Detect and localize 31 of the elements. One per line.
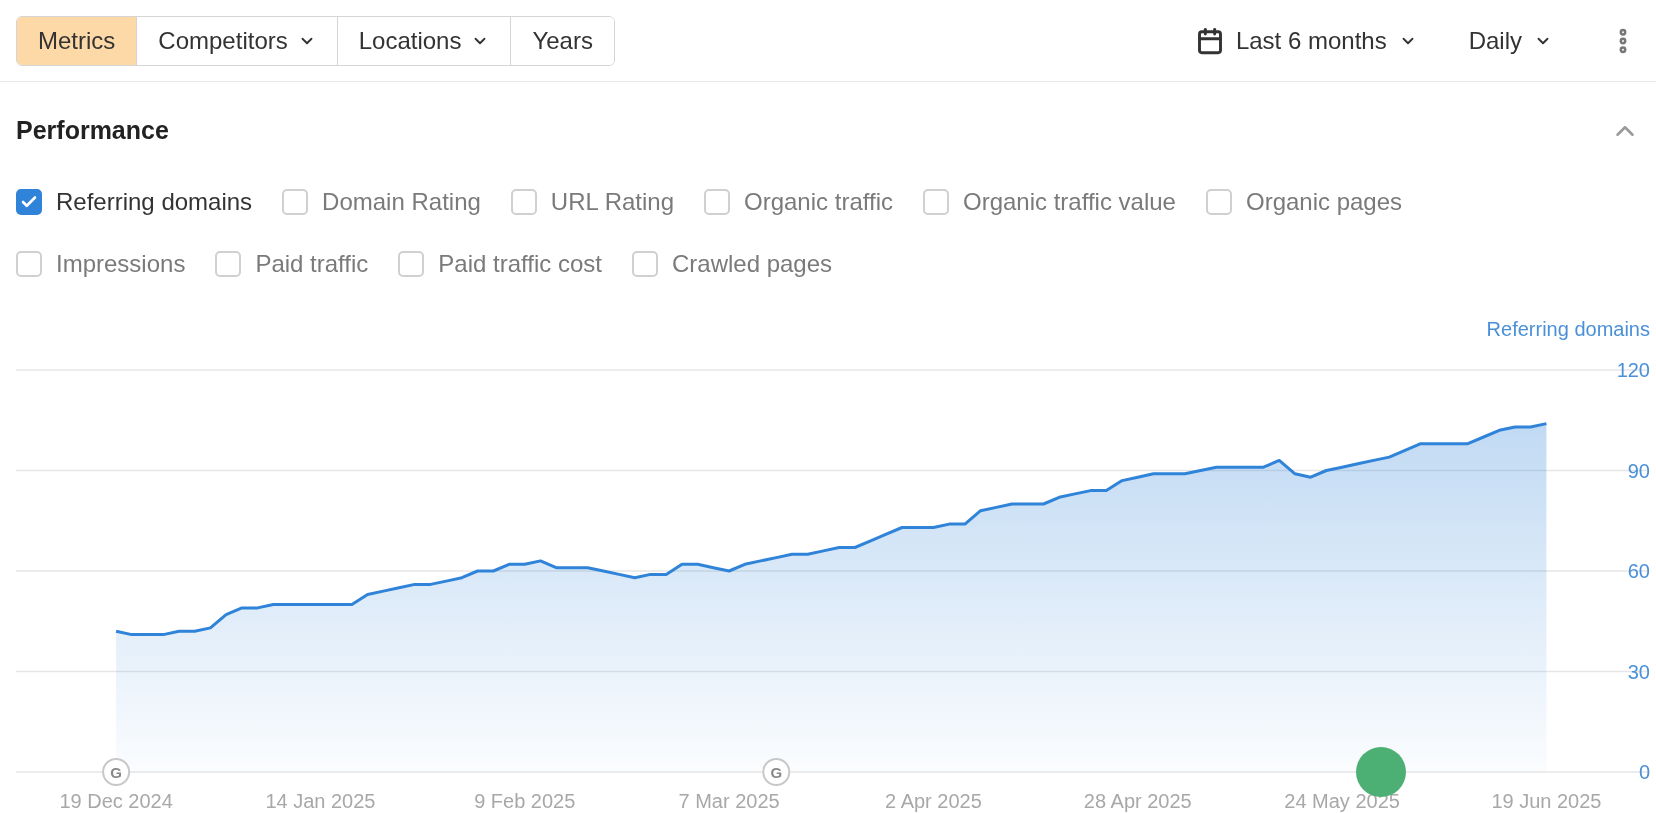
checkbox-label: Impressions (56, 248, 186, 279)
interval-dropdown[interactable]: Daily (1468, 22, 1552, 59)
y-axis-label: 30 (1627, 660, 1650, 682)
checkbox-label: Organic traffic value (962, 186, 1176, 217)
checkbox-label: Organic pages (1245, 186, 1403, 217)
x-axis-label: 28 Apr 2025 (1083, 789, 1192, 812)
section-title: Performance (16, 115, 169, 146)
checkbox-label: Referring domains (56, 186, 253, 217)
segment-tab[interactable]: Metrics (17, 16, 137, 65)
checkbox-label: Domain Rating (322, 186, 481, 217)
checkbox-label: Organic traffic (744, 186, 893, 217)
y-axis-label: 60 (1627, 559, 1650, 582)
checkbox-label: Paid traffic cost (438, 248, 602, 279)
x-axis-label: 7 Mar 2025 (678, 789, 780, 812)
x-axis-label: 2 Apr 2025 (885, 789, 982, 812)
x-axis-label: 9 Feb 2025 (474, 789, 576, 812)
period-dropdown[interactable]: Last 6 months (1195, 22, 1417, 59)
update-marker[interactable]: G (102, 757, 131, 786)
checkbox[interactable] (16, 188, 42, 215)
segment-tab[interactable]: Years (510, 16, 614, 65)
x-axis-label: 19 Dec 2024 (59, 789, 173, 812)
checkbox-label: Crawled pages (671, 248, 833, 279)
y-axis-label: 90 (1627, 459, 1650, 481)
y-axis-label: 0 (1638, 760, 1650, 783)
y-axis-label: 120 (1616, 358, 1650, 381)
legend-label: Referring domains (1486, 316, 1650, 342)
x-axis-label: 14 Jan 2025 (265, 789, 376, 812)
checkbox-label: URL Rating (550, 186, 674, 217)
calendar-icon (1195, 26, 1224, 55)
checkbox-label: Paid traffic (255, 248, 369, 279)
x-axis-label: 19 Jun 2025 (1491, 789, 1602, 812)
